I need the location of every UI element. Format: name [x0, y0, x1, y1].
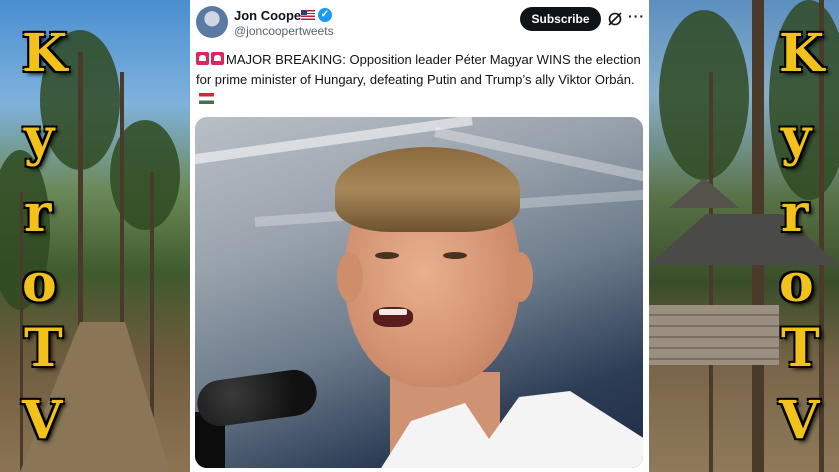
author-handle[interactable]: @joncoopertweets: [234, 24, 334, 38]
watermark-letter: K: [779, 23, 825, 84]
us-flag-icon: [301, 10, 315, 20]
watermark-letter: o: [22, 253, 57, 314]
watermark-letter: K: [22, 23, 68, 84]
watermark-letter: V: [22, 390, 63, 451]
tweet-body: MAJOR BREAKING: Opposition leader Péter …: [196, 52, 641, 87]
watermark-letter: V: [779, 390, 820, 451]
police-light-icon: [211, 52, 224, 65]
watermark-letter: y: [781, 107, 812, 168]
watermark-letter: r: [781, 183, 809, 244]
watermark-letter: y: [24, 107, 55, 168]
watermark-letter: o: [779, 253, 814, 314]
subscribe-button[interactable]: Subscribe: [520, 7, 601, 31]
hungary-flag-icon: [199, 93, 214, 104]
avatar[interactable]: [196, 6, 228, 38]
tweet-media-photo[interactable]: [195, 117, 643, 468]
tweet-text: MAJOR BREAKING: Opposition leader Péter …: [196, 50, 642, 109]
watermark-letter: r: [24, 183, 52, 244]
police-light-icon: [196, 52, 209, 65]
grok-icon[interactable]: [607, 11, 623, 27]
watermark-letter: T: [24, 318, 63, 379]
verified-badge-icon[interactable]: ✓: [318, 8, 332, 22]
watermark-letter: T: [781, 318, 820, 379]
microphone: [195, 366, 320, 430]
more-icon[interactable]: ···: [628, 8, 645, 24]
author-name[interactable]: Jon Cooper: [234, 8, 306, 23]
